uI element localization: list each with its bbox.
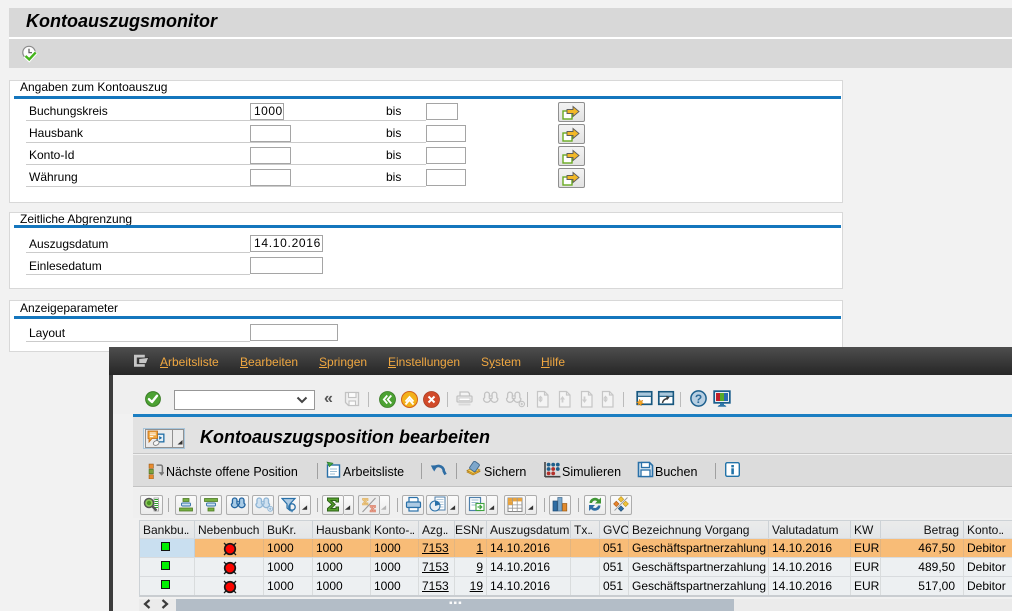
svg-text:?: ? bbox=[695, 392, 702, 406]
